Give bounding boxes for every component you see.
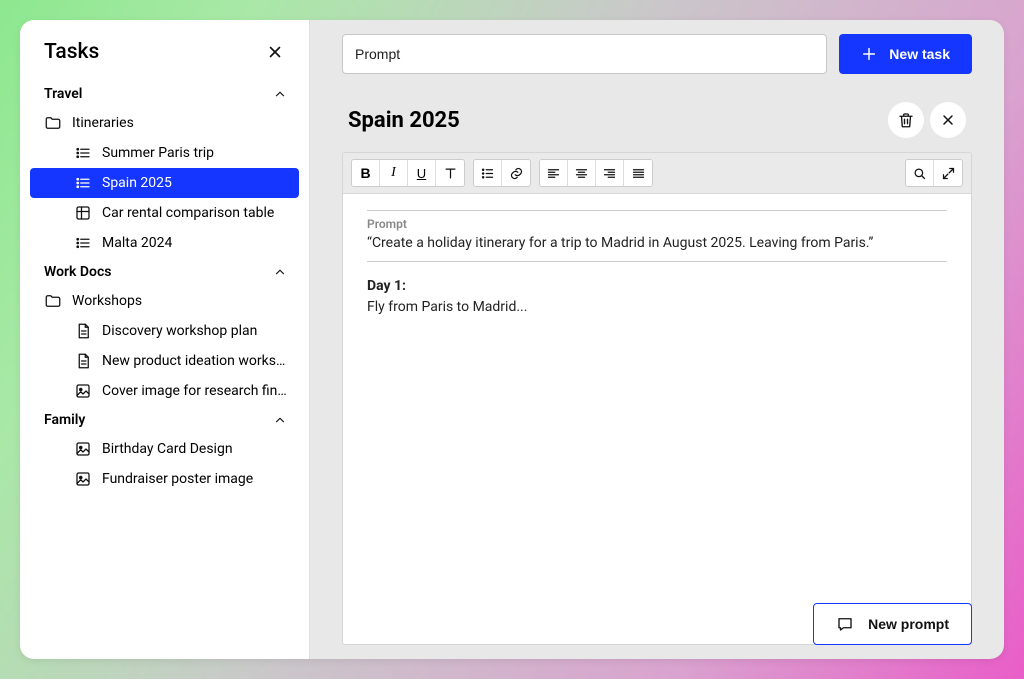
document-body[interactable]: Prompt “Create a holiday itinerary for a… bbox=[343, 194, 971, 644]
image-icon bbox=[74, 440, 92, 458]
list-icon bbox=[480, 166, 495, 181]
sidebar-item-label: Discovery workshop plan bbox=[102, 323, 257, 339]
sidebar-item[interactable]: Summer Paris trip bbox=[30, 138, 299, 168]
sidebar-section-header[interactable]: Work Docs bbox=[30, 258, 299, 286]
new-prompt-label: New prompt bbox=[868, 616, 949, 632]
sidebar-section-header[interactable]: Family bbox=[30, 406, 299, 434]
list-icon bbox=[74, 144, 92, 162]
align-right-icon bbox=[602, 166, 617, 181]
sidebar-item[interactable]: New product ideation worksh... bbox=[30, 346, 299, 376]
bold-button[interactable]: B bbox=[352, 160, 380, 186]
sidebar-item-label: Fundraiser poster image bbox=[102, 471, 253, 487]
topbar: New task bbox=[342, 34, 972, 74]
chevron-up-icon bbox=[273, 413, 287, 427]
sidebar-item[interactable]: Spain 2025 bbox=[30, 168, 299, 198]
delete-button[interactable] bbox=[888, 102, 924, 138]
align-left-button[interactable] bbox=[540, 160, 568, 186]
document-actions bbox=[888, 102, 966, 138]
new-task-label: New task bbox=[889, 46, 950, 62]
sidebar-section-label: Travel bbox=[44, 86, 82, 102]
sidebar-section-label: Family bbox=[44, 412, 85, 428]
align-center-icon bbox=[574, 166, 589, 181]
prompt-text: “Create a holiday itinerary for a trip t… bbox=[367, 235, 947, 251]
prompt-block: Prompt “Create a holiday itinerary for a… bbox=[367, 211, 947, 262]
sidebar-folder[interactable]: Workshops bbox=[30, 286, 299, 316]
text-icon bbox=[443, 166, 458, 181]
close-icon bbox=[940, 112, 956, 128]
link-button[interactable] bbox=[502, 160, 530, 186]
sidebar-folder[interactable]: Itineraries bbox=[30, 108, 299, 138]
italic-button[interactable]: I bbox=[380, 160, 408, 186]
folder-icon bbox=[44, 292, 62, 310]
align-justify-button[interactable] bbox=[624, 160, 652, 186]
sidebar-tree: Travel Itineraries Summer Paris trip Spain … bbox=[30, 80, 299, 494]
align-right-button[interactable] bbox=[596, 160, 624, 186]
sidebar-item-label: Summer Paris trip bbox=[102, 145, 214, 161]
sidebar-item[interactable]: Cover image for research findi... bbox=[30, 376, 299, 406]
expand-icon bbox=[941, 166, 956, 181]
sidebar-folder-label: Itineraries bbox=[72, 115, 134, 131]
sidebar-item-label: Birthday Card Design bbox=[102, 441, 233, 457]
editor: B I U bbox=[342, 152, 972, 645]
list-icon bbox=[74, 174, 92, 192]
underline-button[interactable]: U bbox=[408, 160, 436, 186]
expand-button[interactable] bbox=[934, 160, 962, 186]
text-format-button[interactable] bbox=[436, 160, 464, 186]
main-panel: New task Spain 2025 B I U bbox=[310, 20, 1004, 659]
align-left-icon bbox=[546, 166, 561, 181]
text-style-group: B I U bbox=[351, 159, 465, 187]
align-group bbox=[539, 159, 653, 187]
align-center-button[interactable] bbox=[568, 160, 596, 186]
sidebar-item[interactable]: Car rental comparison table bbox=[30, 198, 299, 228]
table-icon bbox=[74, 204, 92, 222]
find-button[interactable] bbox=[906, 160, 934, 186]
day-text: Fly from Paris to Madrid... bbox=[367, 299, 527, 315]
chevron-up-icon bbox=[273, 265, 287, 279]
search-input[interactable] bbox=[342, 34, 827, 74]
new-prompt-button[interactable]: New prompt bbox=[813, 603, 972, 645]
close-icon bbox=[266, 43, 284, 61]
new-task-button[interactable]: New task bbox=[839, 34, 972, 74]
plus-icon bbox=[861, 46, 877, 62]
trash-icon bbox=[897, 111, 915, 129]
link-icon bbox=[509, 166, 524, 181]
day-label: Day 1: bbox=[367, 278, 406, 294]
close-document-button[interactable] bbox=[930, 102, 966, 138]
list-button[interactable] bbox=[474, 160, 502, 186]
sidebar-section-label: Work Docs bbox=[44, 264, 111, 280]
sidebar-item-label: Malta 2024 bbox=[102, 235, 172, 251]
prompt-label: Prompt bbox=[367, 217, 947, 231]
sidebar-item[interactable]: Malta 2024 bbox=[30, 228, 299, 258]
sidebar-item-label: New product ideation worksh... bbox=[102, 353, 287, 369]
list-icon bbox=[74, 234, 92, 252]
content-block: Day 1: Fly from Paris to Madrid... bbox=[367, 276, 947, 318]
document-header: Spain 2025 bbox=[342, 102, 972, 152]
document-icon bbox=[74, 352, 92, 370]
view-group bbox=[905, 159, 963, 187]
document-icon bbox=[74, 322, 92, 340]
image-icon bbox=[74, 470, 92, 488]
image-icon bbox=[74, 382, 92, 400]
sidebar-header: Tasks bbox=[30, 38, 299, 80]
chevron-up-icon bbox=[273, 87, 287, 101]
insert-group bbox=[473, 159, 531, 187]
chat-icon bbox=[836, 615, 854, 633]
sidebar-item[interactable]: Fundraiser poster image bbox=[30, 464, 299, 494]
align-justify-icon bbox=[631, 166, 646, 181]
sidebar-item[interactable]: Birthday Card Design bbox=[30, 434, 299, 464]
folder-icon bbox=[44, 114, 62, 132]
sidebar-title: Tasks bbox=[44, 40, 99, 64]
editor-toolbar: B I U bbox=[343, 153, 971, 194]
document-title: Spain 2025 bbox=[348, 108, 460, 133]
sidebar-item-label: Car rental comparison table bbox=[102, 205, 274, 221]
sidebar-item[interactable]: Discovery workshop plan bbox=[30, 316, 299, 346]
sidebar: Tasks Travel Itineraries Summer Paris trip… bbox=[20, 20, 310, 659]
search-icon bbox=[912, 166, 927, 181]
app-window: Tasks Travel Itineraries Summer Paris trip… bbox=[20, 20, 1004, 659]
sidebar-item-label: Cover image for research findi... bbox=[102, 383, 287, 399]
sidebar-folder-label: Workshops bbox=[72, 293, 142, 309]
sidebar-item-label: Spain 2025 bbox=[102, 175, 172, 191]
sidebar-section-header[interactable]: Travel bbox=[30, 80, 299, 108]
sidebar-close-button[interactable] bbox=[261, 38, 289, 66]
